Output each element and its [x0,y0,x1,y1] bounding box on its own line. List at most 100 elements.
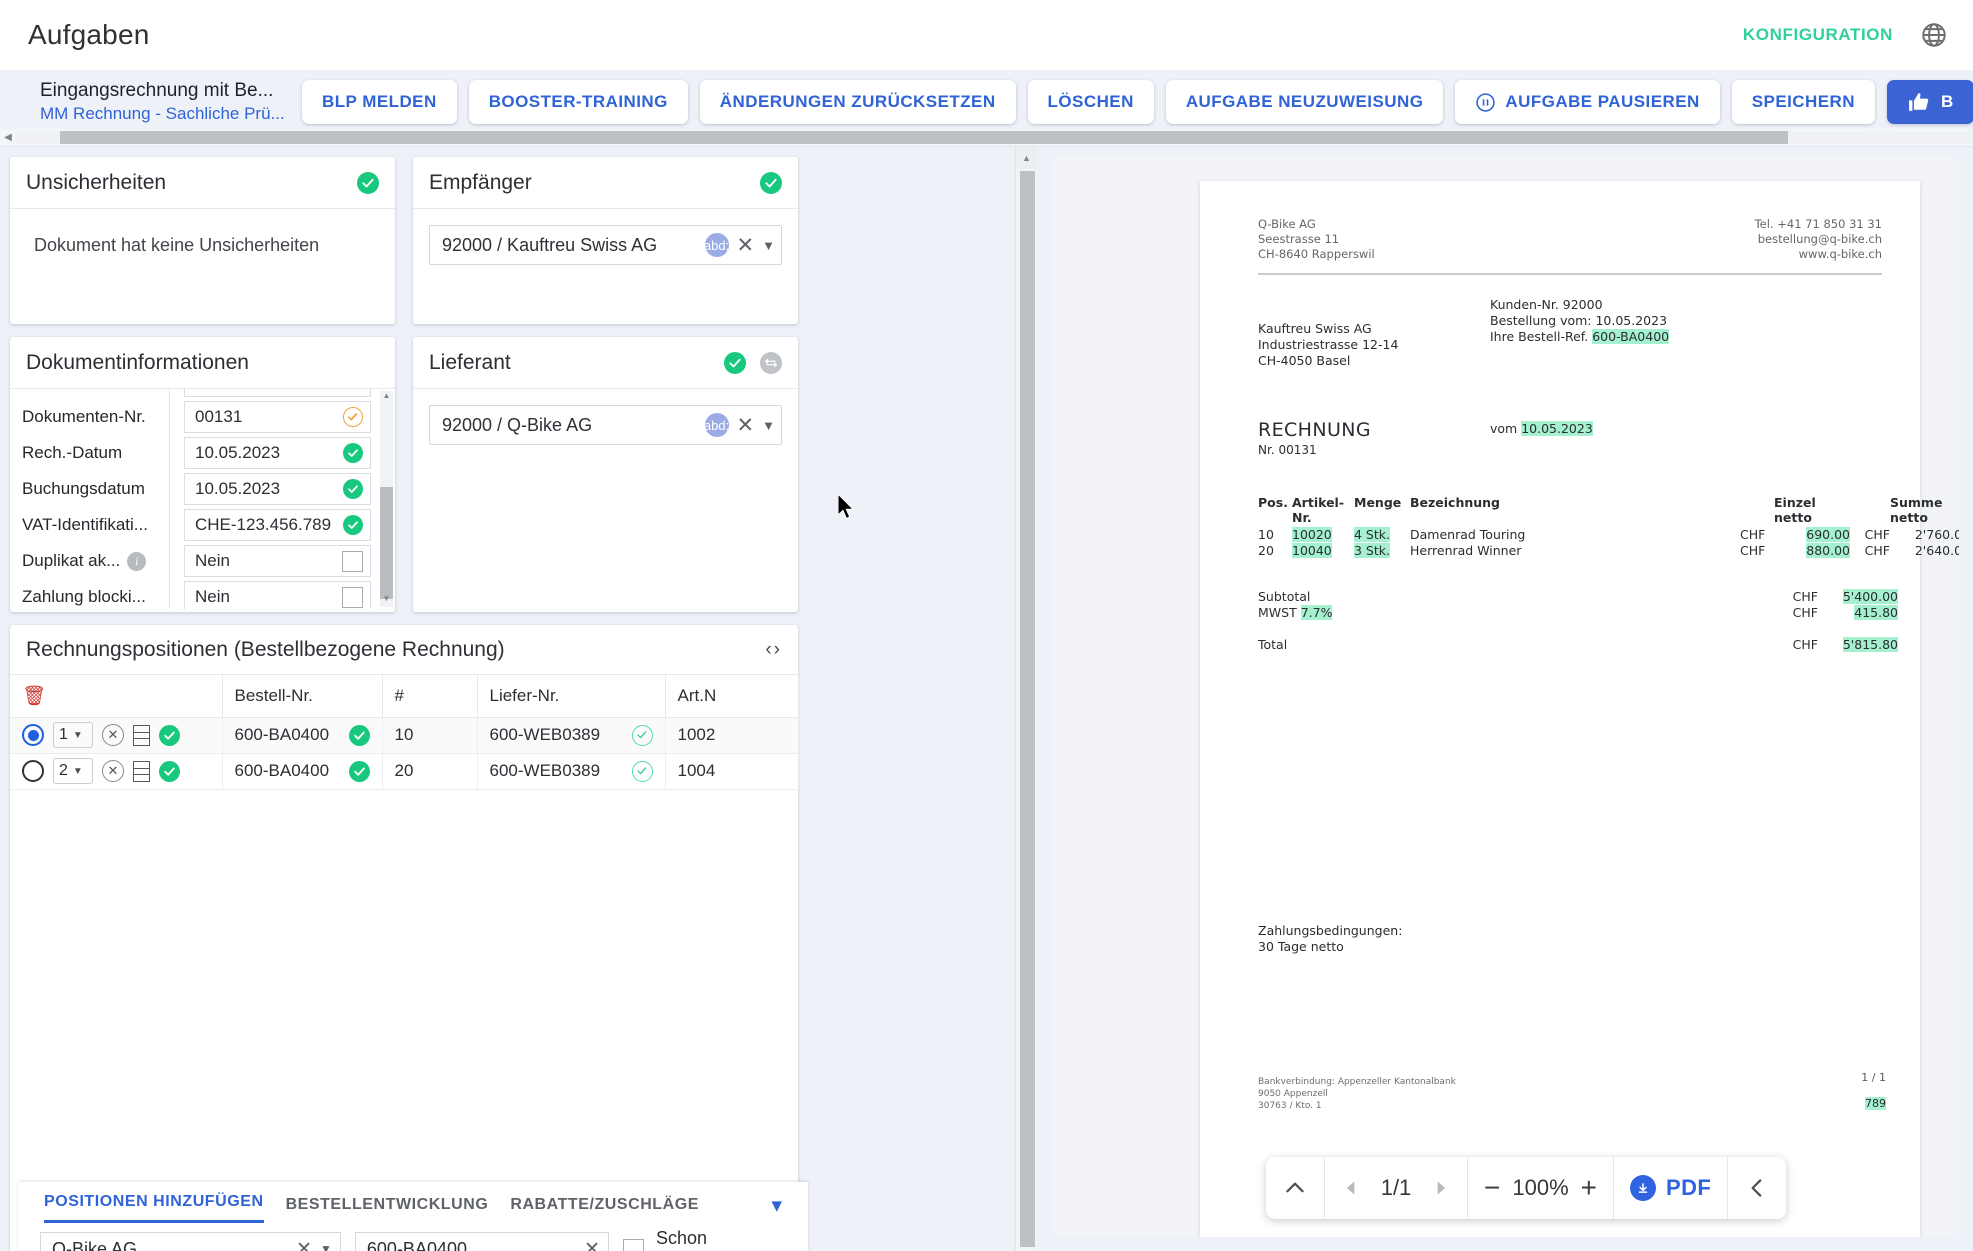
pdf-panel-toggle-segment[interactable] [1728,1157,1786,1219]
scroll-up-arrow-icon[interactable]: ▲ [1016,147,1037,169]
row-index-select[interactable]: 2▼ [53,758,93,784]
close-icon[interactable]: ✕ [737,415,755,436]
cell-number[interactable]: 20 [382,753,477,789]
reset-changes-button[interactable]: ÄNDERUNGEN ZURÜCKSETZEN [700,80,1016,124]
recipient-select[interactable]: 92000 / Kauftreu Swiss AG abd; ✕ ▼ [429,225,782,265]
save-button[interactable]: SPEICHERN [1732,80,1875,124]
cell-artikel-nr[interactable]: 1002 [665,717,798,753]
pdf-item-artikel[interactable]: 10040 [1292,543,1332,558]
split-rows-icon[interactable] [133,761,150,782]
scrollbar-thumb[interactable] [1020,171,1035,1247]
document-viewer-canvas[interactable]: Q-Bike AG Seestrasse 11 CH-8640 Rappersw… [1051,157,1959,1237]
chevron-down-circle-icon[interactable]: abd; [705,233,729,257]
supplier-select[interactable]: 92000 / Q-Bike AG abd; ✕ ▼ [429,405,782,445]
document-info-scroll-area[interactable]: Business Doku... Dokumenten-Nr. 00131 [10,389,395,609]
scroll-up-arrow-icon[interactable]: ▲ [380,391,393,404]
pdf-total-amount[interactable]: 5'400.00 [1843,589,1898,604]
pdf-total-amount[interactable]: 5'815.80 [1843,637,1898,652]
reassign-task-button[interactable]: AUFGABE NEUZUWEISUNG [1166,80,1444,124]
pause-task-button[interactable]: AUFGABE PAUSIEREN [1455,80,1719,124]
left-pane-vertical-scrollbar[interactable]: ▲ [1015,147,1037,1251]
row-field[interactable]: 10.05.2023 [184,437,371,469]
chevron-down-icon[interactable]: ▼ [73,730,83,741]
scrollbar-thumb[interactable] [60,131,1788,144]
cell-bestell-nr[interactable]: 600-BA0400 [222,717,382,753]
pdf-item-einzel[interactable]: 690.00 [1806,527,1850,542]
trash-icon[interactable]: 🗑 [22,686,46,707]
swap-icon[interactable] [760,352,782,374]
pdf-item-einzel[interactable]: 880.00 [1806,543,1850,558]
approve-button[interactable]: B [1887,80,1973,124]
pdf-order-ref-value[interactable]: 600-BA0400 [1592,329,1669,344]
pdf-item-menge[interactable]: 3 Stk. [1354,543,1390,558]
row-field[interactable]: 00131 [184,401,371,433]
cell-liefer-nr[interactable]: 600-WEB0389 [477,753,665,789]
row-field[interactable] [184,389,371,397]
chevron-down-icon[interactable]: ▼ [73,766,83,777]
info-icon[interactable]: i [127,552,146,571]
pdf-invoice-date[interactable]: 10.05.2023 [1521,421,1593,436]
positions-next-icon[interactable]: › [774,639,782,660]
tab-positionen-hinzufuegen[interactable]: POSITIONEN HINZUFÜGEN [44,1193,264,1223]
zoom-out-button[interactable]: − [1484,1174,1500,1202]
row-select-radio[interactable] [22,724,44,746]
chevron-down-icon[interactable]: ▾ [771,1193,782,1223]
pdf-item-artikel[interactable]: 10020 [1292,527,1332,542]
checkbox[interactable] [342,551,363,572]
table-row[interactable]: 1▼ ✕ 600-BA0400 [10,717,798,753]
close-icon[interactable]: ✕ [737,235,755,256]
remove-row-icon[interactable]: ✕ [102,760,124,782]
download-pdf-button[interactable]: PDF [1630,1175,1711,1201]
row-field[interactable]: Nein [184,545,371,577]
close-icon[interactable]: ✕ [296,1238,312,1251]
cell-number[interactable]: 10 [382,717,477,753]
cell-liefer-nr[interactable]: 600-WEB0389 [477,717,665,753]
chevron-down-icon[interactable]: ▼ [320,1242,332,1251]
row-select-radio[interactable] [22,760,44,782]
tab-rabatte-zuschlaege[interactable]: RABATTE/ZUSCHLÄGE [510,1196,699,1223]
chevron-down-icon[interactable]: ▼ [762,238,775,253]
row-index-select[interactable]: 1▼ [53,722,93,748]
chevron-left-icon[interactable] [1744,1175,1770,1201]
split-rows-icon[interactable] [133,725,150,746]
positions-prev-icon[interactable]: ‹ [765,639,773,660]
close-icon[interactable]: ✕ [584,1238,600,1251]
column-header-delete[interactable]: 🗑 [10,675,222,717]
chevron-left-icon[interactable] [1341,1178,1361,1198]
scroll-left-arrow-icon[interactable]: ◀ [0,132,16,143]
checkbox[interactable] [623,1239,644,1251]
column-header-number[interactable]: # [382,675,477,717]
chevron-up-icon[interactable] [1282,1175,1308,1201]
konfiguration-link[interactable]: KONFIGURATION [1743,25,1893,45]
zoom-in-button[interactable]: + [1581,1174,1597,1202]
scroll-down-arrow-icon[interactable]: ▼ [380,594,393,607]
pdf-vat-rate[interactable]: 7.7% [1301,605,1333,620]
supplier-filter-field[interactable]: Q-Bike AG ✕ ▼ [40,1232,341,1251]
positions-pager[interactable]: ‹› [765,639,782,661]
column-header-liefer-nr[interactable]: Liefer-Nr. [477,675,665,717]
checkbox[interactable] [342,587,363,608]
row-controls[interactable]: 2▼ ✕ [10,753,222,789]
column-header-artikel-nr[interactable]: Art.N [665,675,798,717]
table-row[interactable]: 2▼ ✕ 600-BA0400 [10,753,798,789]
document-info-vertical-scrollbar[interactable]: ▲ ▼ [380,391,393,607]
remove-row-icon[interactable]: ✕ [102,724,124,746]
delete-button[interactable]: LÖSCHEN [1028,80,1154,124]
pdf-total-amount[interactable]: 415.80 [1854,605,1898,620]
chevron-down-icon[interactable]: ▼ [762,418,775,433]
row-field[interactable]: 10.05.2023 [184,473,371,505]
order-filter-field[interactable]: 600-BA0400 ✕ [355,1232,609,1251]
task-subtitle[interactable]: MM Rechnung - Sachliche Prü... [40,103,302,126]
blp-melden-button[interactable]: BLP MELDEN [302,80,457,124]
column-header-bestell-nr[interactable]: Bestell-Nr. [222,675,382,717]
booster-training-button[interactable]: BOOSTER-TRAINING [469,80,688,124]
workspace-horizontal-scrollbar[interactable]: ◀ [0,129,1973,147]
already-billed-option[interactable]: Schon verrechnet [623,1228,786,1251]
tab-bestellentwicklung[interactable]: BESTELLENTWICKLUNG [286,1196,489,1223]
globe-icon[interactable] [1919,20,1949,50]
scrollbar-track[interactable] [16,131,1973,144]
chevron-right-icon[interactable] [1431,1178,1451,1198]
cell-artikel-nr[interactable]: 1004 [665,753,798,789]
scrollbar-thumb[interactable] [380,487,393,599]
row-field[interactable]: Nein [184,581,371,609]
